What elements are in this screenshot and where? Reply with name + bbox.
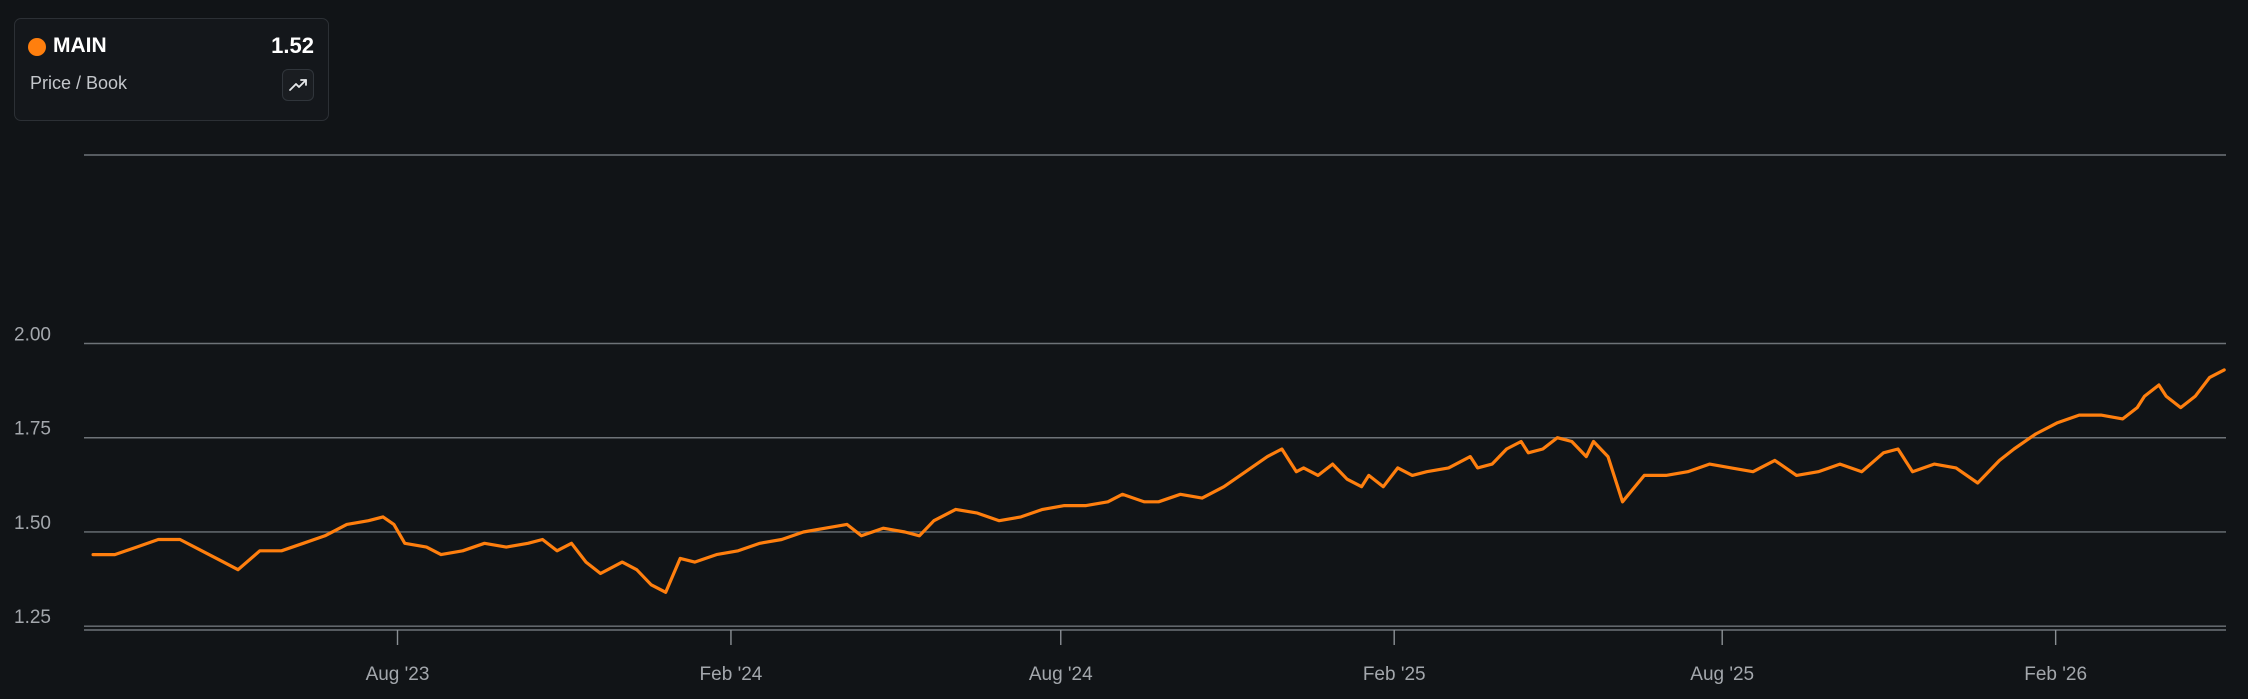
axis-ticks: 2.00 1.75 1.50 1.25 Aug '23 Feb '24 Aug '24 Feb…: [14, 324, 2087, 685]
grid-layer: [84, 154, 2226, 645]
x-tick-label: Feb '26: [2024, 664, 2087, 685]
x-tick-label: Aug '25: [1690, 664, 1754, 685]
series-layer: [91, 368, 2226, 594]
price-book-line-chart: 2.00 1.75 1.50 1.25 Aug '23 Feb '24 Aug '24 Feb…: [14, 154, 2226, 685]
y-tick-label: 2.00: [14, 324, 51, 345]
y-tick-label: 1.25: [14, 607, 51, 628]
y-tick-label: 1.50: [14, 513, 51, 534]
x-tick-label: Feb '25: [1363, 664, 1426, 685]
series-line-main: [91, 368, 2226, 594]
x-tick-label: Aug '23: [366, 664, 430, 685]
x-tick-label: Aug '24: [1029, 664, 1093, 685]
x-tick-label: Feb '24: [700, 664, 763, 685]
y-tick-label: 1.75: [14, 419, 51, 440]
